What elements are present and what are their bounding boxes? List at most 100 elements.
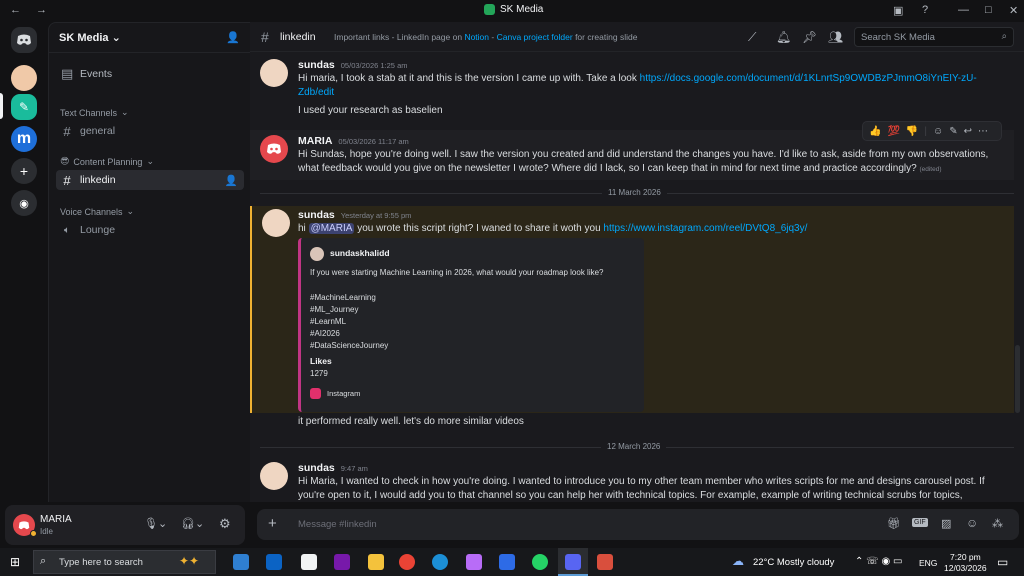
instagram-embed[interactable]: sundaskhalidd If you were starting Machi… [298,238,644,412]
server-sk-media-icon[interactable]: ✎ [11,94,37,120]
category-voice-channels[interactable]: Voice Channels ⌄ [60,206,134,217]
embed-author[interactable]: sundaskhalidd [330,248,390,258]
add-reaction-icon[interactable]: ☺ [933,126,943,137]
channel-lounge[interactable]: 🔈︎ Lounge [56,220,244,240]
maximize-icon[interactable]: □ [985,4,992,16]
chevron-down-icon: ⌄ [121,107,129,117]
hundred-reaction-icon[interactable]: 💯 [887,126,899,137]
channel-linkedin[interactable]: # linkedin 👤 [56,170,244,190]
edit-icon[interactable]: ✎ [949,126,957,137]
clock-date[interactable]: 12/03/2026 [944,563,987,573]
server-name[interactable]: SK Media ⌄ [59,31,121,44]
timestamp: 9:47 am [340,464,368,473]
microphone-icon[interactable]: 🎙︎⌄ [144,517,167,530]
more-options-icon[interactable]: ⋯ [978,126,988,137]
search-placeholder: Search SK Media [861,32,935,43]
hashtag: #DataScienceJourney [310,341,389,350]
discover-icon[interactable]: ◉ [11,190,37,216]
language-indicator[interactable]: ENG [919,558,937,568]
weather-text[interactable]: 22°C Mostly cloudy [753,557,834,568]
store-taskbar-icon[interactable] [301,554,317,570]
instagram-icon [310,388,321,399]
help-icon[interactable]: ? [922,4,928,16]
gif-icon[interactable]: GIF [912,518,928,527]
sticker-icon[interactable]: ▨ [941,517,951,530]
add-attachment-icon[interactable]: + [268,515,277,532]
message-composer[interactable]: + Message #linkedin 🎁︎ GIF ▨ ☺ ⁂ [257,509,1019,540]
invite-icon[interactable]: 👤 [226,31,240,44]
emoji-icon[interactable]: ☺ [966,516,978,530]
title-bar: ← → SK Media ▣ ? — □ ✕ [0,0,1024,22]
member-list-icon[interactable]: 👥︎ [828,30,843,44]
category-content-planning[interactable]: 😎 Content Planning ⌄ [60,156,154,167]
category-label: Content Planning [73,156,143,167]
channel-general[interactable]: # general [56,121,244,141]
onenote-taskbar-icon[interactable] [334,554,350,570]
server-avatar-1[interactable] [11,65,37,91]
chevron-down-icon: ⌄ [126,206,135,216]
taskbar-search[interactable]: ⌕ Type here to search ✦✦ [33,550,216,574]
app-taskbar-icon[interactable] [597,554,613,570]
headphones-icon[interactable]: 🎧︎⌄ [181,517,204,530]
events-item[interactable]: ▤ Events [56,64,244,84]
channel-topic[interactable]: Important links - LinkedIn page on Notio… [334,32,637,42]
search-icon: ⌕ [1001,31,1007,42]
reply-icon[interactable]: ↩ [964,126,972,137]
server-name-text: SK Media [59,32,109,44]
add-server-icon[interactable]: + [11,158,37,184]
gift-icon[interactable]: 🎁︎ [887,517,901,530]
sundas-avatar[interactable] [262,209,290,237]
notification-bell-icon[interactable]: 🔔︎ [776,30,791,44]
discord-taskbar-active[interactable] [558,548,588,576]
message-scrollbar[interactable] [1015,345,1020,413]
message-content: hi @MARIA you wrote this script right? I… [298,222,998,236]
message-author[interactable]: sundas 9:47 am [298,462,368,474]
embed-field-name: Likes [310,356,332,366]
thumbs-up-reaction-icon[interactable]: 👍 [869,126,881,137]
message-content: it performed really well. let's do more … [298,416,524,427]
composer-placeholder[interactable]: Message #linkedin [298,519,377,530]
notification-icon[interactable]: ▭ [997,555,1008,569]
todo-taskbar-icon[interactable] [499,554,515,570]
embed-author-avatar [310,247,324,261]
search-input[interactable]: Search SK Media ⌕ [854,27,1014,47]
topic-link-canva[interactable]: Canva project folder [497,32,573,42]
user-panel: MARIA Idle 🎙︎⌄ 🎧︎⌄ ⚙ [5,505,245,545]
minimize-icon[interactable]: — [958,4,969,16]
apps-icon[interactable]: ⁂ [992,517,1003,530]
threads-icon[interactable]: ⟋ [748,30,756,45]
message-author[interactable]: sundas Yesterday at 9:55 pm [298,209,411,221]
embed-footer: Instagram [327,389,361,398]
nav-arrows[interactable]: ← → [10,4,53,16]
message-author[interactable]: MARIA 05/03/2026 11:17 am [298,135,409,147]
file-explorer-taskbar-icon[interactable] [368,554,384,570]
settings-gear-icon[interactable]: ⚙ [219,516,231,532]
pin-icon[interactable]: 📌︎ [802,30,817,44]
whatsapp-taskbar-icon[interactable] [532,554,548,570]
taskbar-search-placeholder: Type here to search [59,557,143,568]
maria-avatar[interactable] [260,135,288,163]
category-text-channels[interactable]: Text Channels ⌄ [60,107,129,118]
copilot-taskbar-icon[interactable] [233,554,249,570]
inbox-icon[interactable]: ▣ [893,4,903,17]
user-status: Idle [40,527,53,536]
add-member-icon[interactable]: 👤 [225,174,238,187]
copilot-app-taskbar-icon[interactable] [466,554,482,570]
server-m-icon[interactable]: m [11,126,37,152]
outlook-taskbar-icon[interactable] [266,554,282,570]
message-link[interactable]: https://www.instagram.com/reel/DVtQ8_6jq… [603,223,807,234]
message-author[interactable]: sundas 05/03/2026 1:25 am [298,59,408,71]
topic-text: for creating slide [575,32,638,42]
edge-taskbar-icon[interactable] [432,554,448,570]
topic-link-notion[interactable]: Notion [464,32,489,42]
user-mention[interactable]: @MARIA [308,223,355,234]
close-icon[interactable]: ✕ [1009,4,1018,17]
sundas-avatar[interactable] [260,462,288,490]
tray-icons[interactable]: ⌃ ☏ ◉ ▭ [855,556,902,567]
thumbs-down-reaction-icon[interactable]: 👎 [906,126,918,137]
discord-home-icon[interactable] [11,27,37,53]
sundas-avatar[interactable] [260,59,288,87]
chrome-taskbar-icon[interactable] [399,554,415,570]
clock-time[interactable]: 7:20 pm [950,552,981,562]
windows-start-icon[interactable]: ⊞ [10,555,20,569]
